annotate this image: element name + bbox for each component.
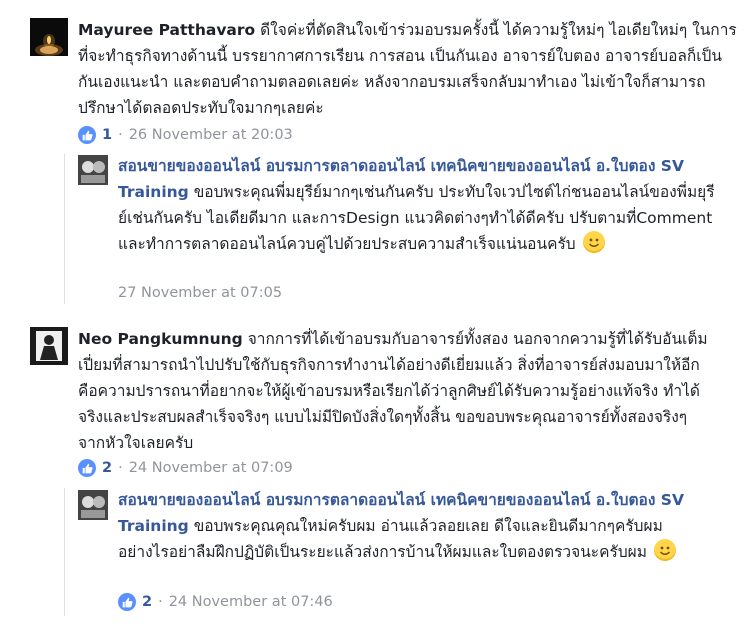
comment-meta: 2 · 24 November at 07:09 bbox=[78, 457, 293, 479]
person-avatar-image bbox=[30, 327, 68, 365]
reply-meta: 2 · 24 November at 07:46 bbox=[118, 591, 333, 613]
reply-text: ขอบพระคุณพี่มยุรีย์มากๆเช่นกันครับ ประทั… bbox=[118, 183, 715, 253]
reply-thread-line bbox=[64, 154, 65, 304]
avatar[interactable] bbox=[30, 327, 68, 365]
smiley-emoji-icon bbox=[653, 539, 676, 561]
comment-2: Neo Pangkumnung จากการที่ได้เข้าอบรมกับอ… bbox=[0, 310, 751, 636]
comment-timestamp[interactable]: 24 November at 07:09 bbox=[129, 460, 293, 476]
thumbs-up-icon[interactable] bbox=[78, 126, 96, 144]
reply-timestamp[interactable]: 24 November at 07:46 bbox=[169, 594, 333, 610]
comment-timestamp[interactable]: 26 November at 20:03 bbox=[129, 127, 293, 143]
comment-author[interactable]: Neo Pangkumnung bbox=[78, 330, 243, 348]
reply-meta: 27 November at 07:05 bbox=[118, 282, 282, 304]
comment-text: จากการที่ได้เข้าอบรมกับอาจารย์ทั้งสอง นอ… bbox=[78, 330, 708, 452]
comment-1: Mayuree Patthavaro ดีใจค่ะที่ตัดสินใจเข้… bbox=[0, 0, 751, 310]
avatar[interactable] bbox=[30, 18, 68, 56]
separator-dot: · bbox=[118, 127, 123, 143]
reply-text: ขอบพระคุณคุณใหม่ครับผม อ่านแล้วลอยเลย ดี… bbox=[118, 517, 663, 561]
reply-timestamp[interactable]: 27 November at 07:05 bbox=[118, 285, 282, 301]
reply-thread-line bbox=[64, 488, 65, 616]
comment-meta: 1 · 26 November at 20:03 bbox=[78, 124, 293, 146]
separator-dot: · bbox=[118, 460, 123, 476]
comment-body: Neo Pangkumnung จากการที่ได้เข้าอบรมกับอ… bbox=[78, 326, 708, 456]
reply-body: สอนขายของออนไลน์ อบรมการตลาดออนไลน์ เทคน… bbox=[118, 487, 718, 565]
separator-dot: · bbox=[158, 594, 163, 610]
thumbs-up-icon[interactable] bbox=[118, 593, 136, 611]
like-count[interactable]: 2 bbox=[142, 594, 152, 610]
like-count[interactable]: 1 bbox=[102, 127, 112, 143]
page-avatar-image bbox=[78, 155, 108, 185]
avatar-page[interactable] bbox=[78, 155, 108, 185]
comment-body: Mayuree Patthavaro ดีใจค่ะที่ตัดสินใจเข้… bbox=[78, 17, 743, 121]
reply-body: สอนขายของออนไลน์ อบรมการตลาดออนไลน์ เทคน… bbox=[118, 153, 718, 257]
like-count[interactable]: 2 bbox=[102, 460, 112, 476]
smiley-emoji-icon bbox=[582, 231, 605, 253]
page-avatar-image bbox=[78, 490, 108, 520]
comment-author[interactable]: Mayuree Patthavaro bbox=[78, 21, 255, 39]
avatar-page[interactable] bbox=[78, 490, 108, 520]
thumbs-up-icon[interactable] bbox=[78, 459, 96, 477]
candle-avatar-image bbox=[30, 18, 68, 56]
